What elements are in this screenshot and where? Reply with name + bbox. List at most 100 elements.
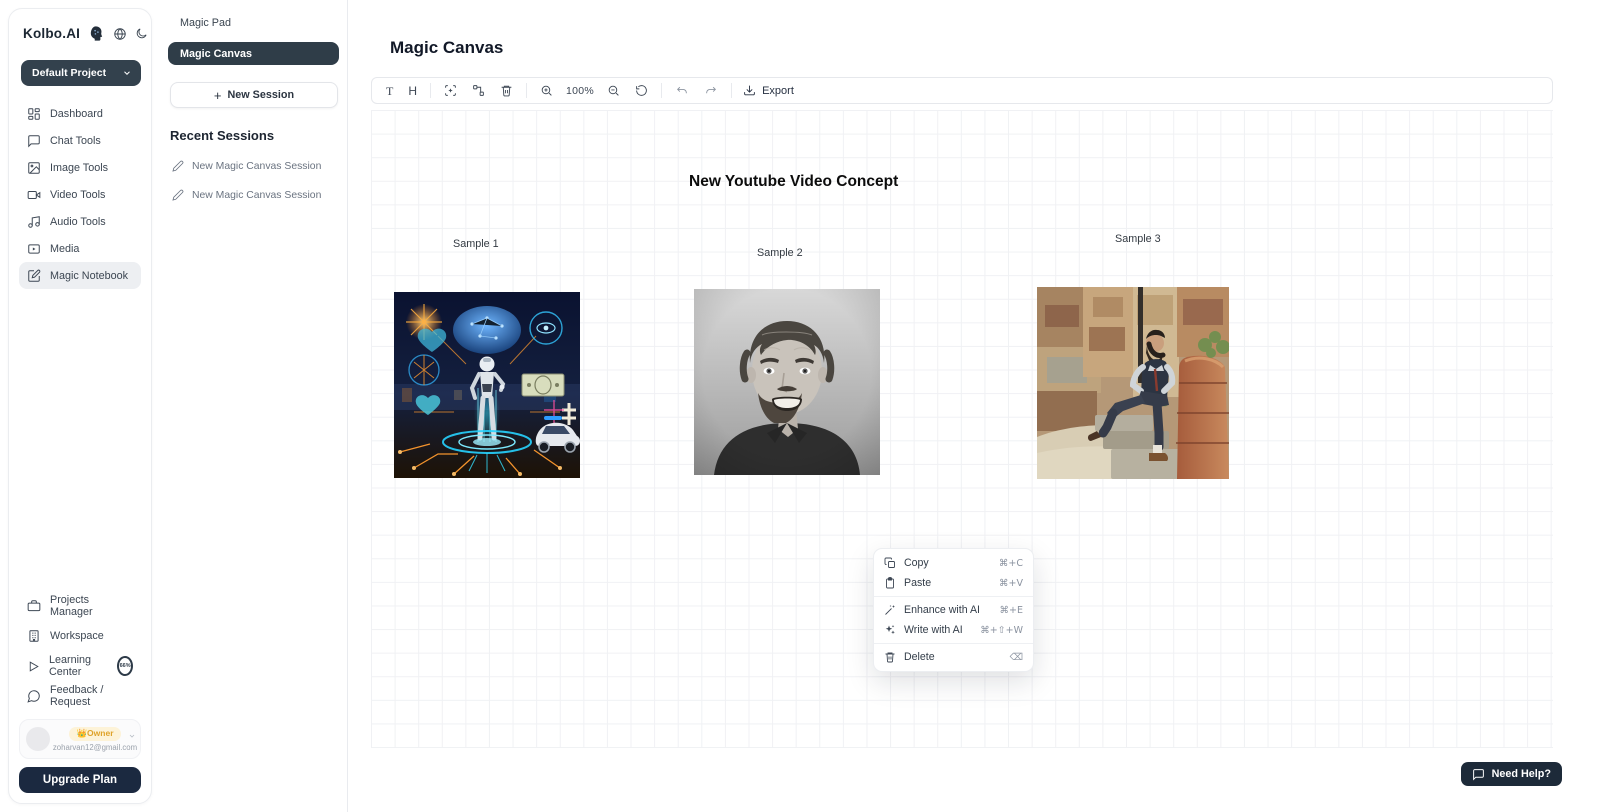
help-chat-icon [1472, 768, 1485, 781]
export-button[interactable]: Export [743, 84, 794, 97]
language-globe-icon[interactable] [113, 27, 127, 41]
toolbar-divider [661, 83, 662, 98]
zoom-level: 100% [566, 85, 594, 97]
reset-view-button[interactable] [633, 84, 650, 97]
need-help-button[interactable]: Need Help? [1461, 762, 1562, 786]
context-menu-item-write-with-ai[interactable]: Write with AI ⌘+⇧+W [874, 620, 1033, 640]
ai-select-tool-button[interactable] [442, 84, 459, 97]
play-icon [27, 660, 40, 673]
sidebar-item-feedback[interactable]: Feedback / Request [19, 681, 141, 711]
upgrade-plan-button[interactable]: Upgrade Plan [19, 767, 141, 793]
session-item-label: New Magic Canvas Session [192, 190, 321, 201]
context-menu-label: Write with AI [904, 624, 972, 636]
sidebar-item-video-tools[interactable]: Video Tools [19, 181, 141, 208]
brain-logo-icon [88, 25, 105, 42]
sidebar-item-workspace[interactable]: Workspace [19, 621, 141, 651]
music-note-icon [27, 215, 41, 229]
sidebar-item-magic-notebook[interactable]: Magic Notebook [19, 262, 141, 289]
chevron-down-icon [122, 68, 132, 78]
dark-mode-moon-icon[interactable] [135, 27, 148, 40]
context-menu-item-copy[interactable]: Copy ⌘+C [874, 553, 1033, 573]
logo-row: Kolbo.AI [19, 23, 141, 42]
new-session-button[interactable]: + New Session [170, 82, 338, 108]
sample-1-image[interactable] [394, 292, 580, 478]
sidebar-item-chat-tools[interactable]: Chat Tools [19, 127, 141, 154]
chevron-down-icon [128, 732, 136, 740]
redo-button[interactable] [702, 84, 720, 97]
context-menu-shortcut: ⌘+V [999, 578, 1023, 589]
owner-role-badge: 👑Owner [69, 727, 120, 741]
context-menu-divider [874, 596, 1033, 597]
notebook-edit-icon [27, 269, 41, 283]
context-menu-item-enhance-with-ai[interactable]: Enhance with AI ⌘+E [874, 600, 1033, 620]
toolbar-divider [731, 83, 732, 98]
user-account-chip[interactable]: 👑Owner zoharvan12@gmail.com [19, 719, 141, 759]
magic-wand-icon [884, 604, 896, 616]
context-menu-label: Enhance with AI [904, 604, 992, 616]
canvas-toolbar: T H 100% Export [371, 77, 1553, 104]
media-icon [27, 242, 41, 256]
sidebar-item-dashboard[interactable]: Dashboard [19, 100, 141, 127]
tab-magic-pad[interactable]: Magic Pad [168, 12, 339, 33]
page-title: Magic Canvas [390, 38, 503, 58]
download-icon [743, 84, 756, 97]
sample-3-image[interactable] [1037, 287, 1229, 479]
trash-icon [884, 651, 896, 663]
context-menu: Copy ⌘+C Paste ⌘+V Enhance with AI ⌘+E W… [873, 548, 1034, 672]
briefcase-icon [27, 599, 41, 613]
pencil-icon [172, 160, 184, 172]
sample-2-label[interactable]: Sample 2 [757, 247, 803, 259]
canvas-grid[interactable]: New Youtube Video Concept Sample 1 Sampl… [371, 110, 1553, 748]
text-tool-button[interactable]: T [384, 85, 395, 97]
session-list-item[interactable]: New Magic Canvas Session [172, 189, 339, 201]
feedback-chat-icon [27, 689, 41, 703]
sidebar-item-label: Audio Tools [50, 216, 106, 228]
sidebar-item-label: Workspace [50, 630, 104, 642]
heading-tool-glyph: H [408, 85, 417, 97]
session-list-item[interactable]: New Magic Canvas Session [172, 160, 339, 172]
undo-icon [675, 84, 689, 97]
sample-3-label[interactable]: Sample 3 [1115, 233, 1161, 245]
tab-magic-canvas[interactable]: Magic Canvas [168, 42, 339, 65]
context-menu-label: Paste [904, 577, 991, 589]
connector-icon [472, 84, 485, 97]
project-selector-label: Default Project [32, 67, 106, 79]
rotate-reset-icon [635, 84, 648, 97]
sample-2-image[interactable] [694, 289, 880, 475]
sidebar-item-label: Image Tools [50, 162, 108, 174]
connector-tool-button[interactable] [470, 84, 487, 97]
dashboard-icon [27, 107, 41, 121]
context-menu-item-paste[interactable]: Paste ⌘+V [874, 573, 1033, 593]
sample-1-label[interactable]: Sample 1 [453, 238, 499, 250]
context-menu-shortcut: ⌘+C [999, 558, 1023, 569]
clipboard-icon [884, 577, 896, 589]
sidebar-item-media[interactable]: Media [19, 235, 141, 262]
sidebar-item-image-tools[interactable]: Image Tools [19, 154, 141, 181]
delete-tool-button[interactable] [498, 84, 515, 97]
pencil-icon [172, 189, 184, 201]
session-item-label: New Magic Canvas Session [192, 161, 321, 172]
new-session-label: New Session [227, 89, 294, 101]
sidebar-item-projects-manager[interactable]: Projects Manager [19, 591, 141, 621]
zoom-in-button[interactable] [538, 84, 555, 97]
project-selector[interactable]: Default Project [21, 60, 141, 86]
sidebar-item-label: Learning Center [49, 654, 106, 678]
undo-button[interactable] [673, 84, 691, 97]
heading-tool-button[interactable]: H [406, 85, 419, 97]
zoom-out-button[interactable] [605, 84, 622, 97]
trash-icon [500, 84, 513, 97]
app-logo: Kolbo.AI [23, 26, 80, 41]
user-email: zoharvan12@gmail.com [53, 743, 137, 752]
learning-progress-badge: 66% [117, 656, 133, 676]
sidebar-item-label: Feedback / Request [50, 684, 133, 708]
primary-sidebar: Kolbo.AI Default Project Dashboard Chat … [8, 8, 152, 804]
zoom-out-icon [607, 84, 620, 97]
context-menu-shortcut: ⌘+⇧+W [980, 625, 1023, 636]
video-camera-icon [27, 188, 41, 202]
context-menu-item-delete[interactable]: Delete ⌫ [874, 647, 1033, 667]
sidebar-item-learning-center[interactable]: Learning Center 66% [19, 651, 141, 681]
image-icon [27, 161, 41, 175]
board-title[interactable]: New Youtube Video Concept [689, 173, 898, 191]
sidebar-item-label: Magic Notebook [50, 270, 128, 282]
sidebar-item-audio-tools[interactable]: Audio Tools [19, 208, 141, 235]
